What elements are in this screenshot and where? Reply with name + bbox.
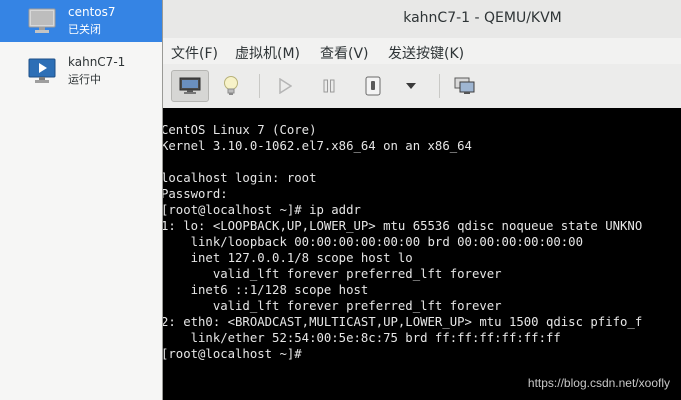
console-line: Kernel 3.10.0-1062.el7.x86_64 on an x86_… xyxy=(163,139,472,153)
console-line: inet 127.0.0.1/8 scope host lo xyxy=(163,251,413,265)
pause-icon xyxy=(323,79,335,93)
console-line: link/loopback 00:00:00:00:00:00 brd 00:0… xyxy=(163,235,583,249)
monitor-running-icon xyxy=(28,58,56,83)
lightbulb-icon xyxy=(224,76,238,95)
vm-state: 已关闭 xyxy=(68,23,101,36)
monitor-icon xyxy=(179,77,201,94)
console-line: link/ether 52:54:00:5e:8c:75 brd ff:ff:f… xyxy=(163,331,561,345)
vm-viewer-window: kahnC7-1 - QEMU/KVM 文件(F) 虚拟机(M) 查看(V) 发… xyxy=(162,0,681,400)
console-line: Password: xyxy=(163,187,228,201)
shutdown-button[interactable] xyxy=(357,70,389,102)
window-title: kahnC7-1 - QEMU/KVM xyxy=(403,10,562,26)
pause-button[interactable] xyxy=(313,70,345,102)
dropdown-arrow-icon xyxy=(406,83,416,89)
shutdown-menu-button[interactable] xyxy=(395,70,427,102)
show-details-button[interactable] xyxy=(215,70,247,102)
menu-view[interactable]: 查看(V) xyxy=(320,43,369,63)
menu-bar: 文件(F) 虚拟机(M) 查看(V) 发送按键(K) xyxy=(163,38,681,64)
monitor-off-icon xyxy=(28,8,56,33)
snapshot-icon xyxy=(454,77,475,94)
toolbar-separator xyxy=(259,74,260,98)
console-line: 2: eth0: <BROADCAST,MULTICAST,UP,LOWER_U… xyxy=(163,315,643,329)
run-button[interactable] xyxy=(269,70,301,102)
play-icon xyxy=(279,78,292,94)
menu-vm[interactable]: 虚拟机(M) xyxy=(235,43,300,63)
console-line: [root@localhost ~]# xyxy=(163,347,302,361)
vm-name: kahnC7-1 xyxy=(68,55,126,69)
console-line: inet6 ::1/128 scope host xyxy=(163,283,369,297)
vm-name: centos7 xyxy=(68,5,116,19)
menu-file[interactable]: 文件(F) xyxy=(171,43,218,63)
title-bar[interactable]: kahnC7-1 - QEMU/KVM xyxy=(163,0,681,39)
console-text: CentOS Linux 7 (Core) Kernel 3.10.0-1062… xyxy=(163,122,642,362)
console-line: valid_lft forever preferred_lft forever xyxy=(163,299,502,313)
vm-row-centos7[interactable]: centos7 已关闭 xyxy=(0,0,162,42)
show-console-button[interactable] xyxy=(171,70,209,102)
power-icon xyxy=(365,76,381,96)
toolbar xyxy=(163,64,681,109)
watermark: https://blog.csdn.net/xoofly xyxy=(527,376,670,390)
vm-console[interactable]: CentOS Linux 7 (Core) Kernel 3.10.0-1062… xyxy=(163,108,681,400)
vm-list-pane: centos7 已关闭 kahnC7-1 运行中 xyxy=(0,0,162,400)
snapshot-button[interactable] xyxy=(449,70,481,102)
vm-state: 运行中 xyxy=(68,73,101,86)
toolbar-separator xyxy=(439,74,440,98)
menu-send-key[interactable]: 发送按键(K) xyxy=(388,43,464,63)
console-line: valid_lft forever preferred_lft forever xyxy=(163,267,502,281)
console-line: CentOS Linux 7 (Core) xyxy=(163,123,317,137)
console-line: [root@localhost ~]# ip addr xyxy=(163,203,361,217)
console-line: localhost login: root xyxy=(163,171,317,185)
console-line: 1: lo: <LOOPBACK,UP,LOWER_UP> mtu 65536 … xyxy=(163,219,643,233)
vm-row-kahnc7-1[interactable]: kahnC7-1 运行中 xyxy=(0,50,162,92)
